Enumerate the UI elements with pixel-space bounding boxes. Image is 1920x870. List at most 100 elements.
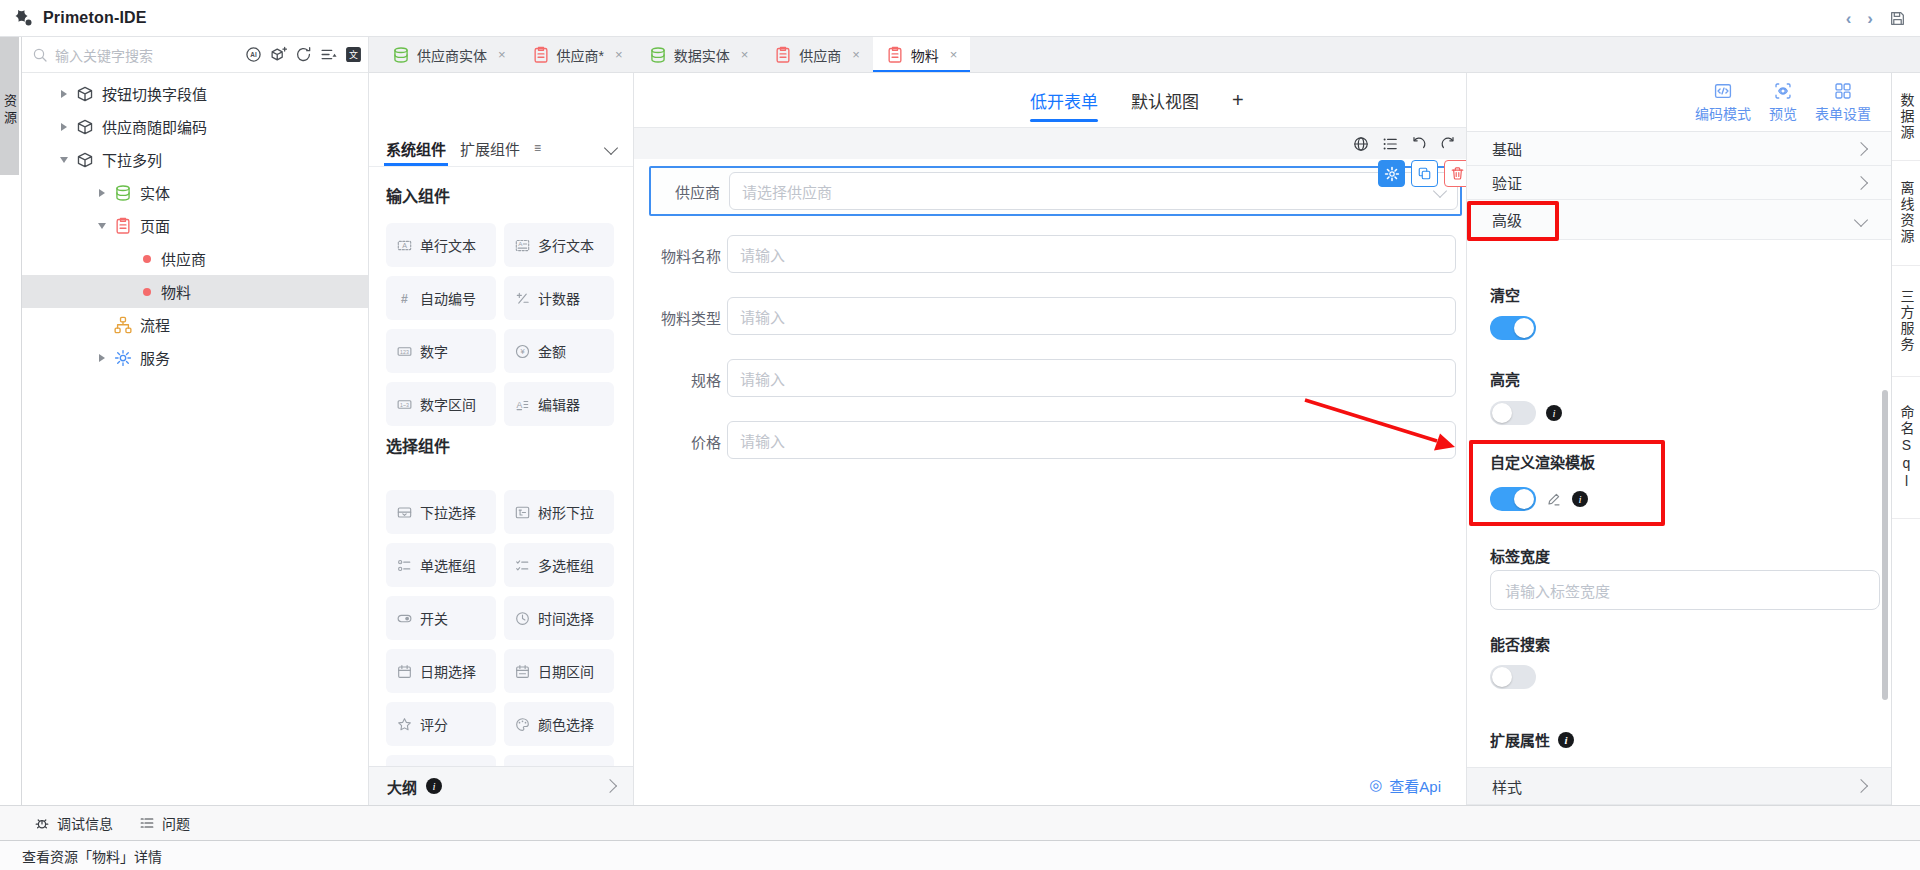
- tree-collapse-icon[interactable]: [94, 189, 110, 197]
- section-validation[interactable]: 验证: [1467, 166, 1891, 200]
- component-多行文本[interactable]: A多行文本: [504, 223, 614, 267]
- save-icon[interactable]: [1889, 10, 1906, 27]
- component-计数器[interactable]: 计数器: [504, 276, 614, 320]
- component-日期区间[interactable]: 日期区间: [504, 649, 614, 693]
- tree-item-按钮切换字段值[interactable]: 按钮切换字段值: [22, 77, 368, 110]
- highlight-label: 高亮: [1490, 368, 1520, 389]
- edit-icon[interactable]: [1546, 491, 1562, 507]
- component-金额[interactable]: ¥金额: [504, 329, 614, 373]
- right-activity-数据源[interactable]: 数据源: [1892, 73, 1920, 161]
- component-数字区间[interactable]: 1~3数字区间: [386, 382, 496, 426]
- view-api-link[interactable]: 查看Api: [1389, 775, 1441, 796]
- info-icon[interactable]: i: [1572, 491, 1588, 507]
- clear-toggle[interactable]: [1490, 316, 1536, 340]
- component-下拉选择[interactable]: 下拉选择: [386, 490, 496, 534]
- chevron-down-icon[interactable]: [604, 141, 618, 155]
- tree-item-实体[interactable]: 实体: [22, 176, 368, 209]
- right-activity-三方服务[interactable]: 三方服务: [1892, 266, 1920, 377]
- field-input-规格[interactable]: 请输入: [727, 359, 1456, 397]
- component-日期选择[interactable]: 日期选择: [386, 649, 496, 693]
- action-表单设置[interactable]: 表单设置: [1815, 82, 1871, 123]
- search-input[interactable]: 输入关键字搜索: [32, 45, 245, 65]
- view-tab-lowcode-form[interactable]: 低开表单: [1030, 73, 1098, 127]
- label-width-input[interactable]: 请输入标签宽度: [1490, 570, 1880, 610]
- section-style[interactable]: 样式: [1467, 767, 1891, 805]
- tree-collapse-icon[interactable]: [56, 90, 72, 98]
- doc-tab-供应商[interactable]: 供应商×: [761, 37, 873, 72]
- component-开关[interactable]: 开关: [386, 596, 496, 640]
- highlight-toggle[interactable]: [1490, 401, 1536, 425]
- doc-tab-供应商[interactable]: 供应商*×: [519, 37, 636, 72]
- doc-tab-物料[interactable]: 物料×: [873, 37, 971, 72]
- redo-icon[interactable]: [1440, 136, 1456, 152]
- field-input-物料名称[interactable]: 请输入: [727, 235, 1456, 273]
- doc-tab-数据实体[interactable]: 数据实体×: [636, 37, 762, 72]
- problems-button[interactable]: 问题: [139, 813, 190, 833]
- tree-item-下拉多列[interactable]: 下拉多列: [22, 143, 368, 176]
- tree-expand-icon[interactable]: [94, 223, 110, 229]
- collapse-all-icon[interactable]: [320, 46, 337, 63]
- tree-item-流程[interactable]: 流程: [22, 308, 368, 341]
- right-activity-离线资源[interactable]: 离线资源: [1892, 161, 1920, 266]
- tree-item-供应商随即编码[interactable]: 供应商随即编码: [22, 110, 368, 143]
- component-评分[interactable]: 评分: [386, 702, 496, 746]
- translate-icon[interactable]: 文: [345, 46, 362, 63]
- component-树形下拉[interactable]: 树形下拉: [504, 490, 614, 534]
- component-多选框组[interactable]: 多选框组: [504, 543, 614, 587]
- custom-render-toggle[interactable]: [1490, 487, 1536, 511]
- field-settings-button[interactable]: [1378, 160, 1405, 187]
- info-icon[interactable]: i: [1558, 732, 1574, 748]
- component-partial[interactable]: [504, 755, 614, 766]
- field-input-物料类型[interactable]: 请输入: [727, 297, 1456, 335]
- page-instance-icon: [143, 288, 151, 296]
- component-编辑器[interactable]: A编辑器: [504, 382, 614, 426]
- close-tab-icon[interactable]: ×: [741, 47, 749, 62]
- right-activity-命名Sql[interactable]: 命名Sql: [1892, 377, 1920, 519]
- scrollbar-thumb[interactable]: [1882, 390, 1888, 700]
- info-icon[interactable]: i: [1546, 405, 1562, 421]
- component-单选框组[interactable]: 单选框组: [386, 543, 496, 587]
- section-advanced[interactable]: 高级: [1467, 200, 1891, 240]
- add-view-button[interactable]: +: [1232, 73, 1244, 127]
- close-tab-icon[interactable]: ×: [615, 47, 623, 62]
- activity-item-resources[interactable]: 资源: [0, 37, 19, 175]
- ai-icon[interactable]: AI: [245, 46, 262, 63]
- outline-bar[interactable]: 大纲 i: [369, 766, 633, 805]
- tree-expand-icon[interactable]: [56, 157, 72, 163]
- component-数字[interactable]: 123数字: [386, 329, 496, 373]
- field-input-价格[interactable]: 请输入: [727, 421, 1456, 459]
- tree-collapse-icon[interactable]: [56, 123, 72, 131]
- close-tab-icon[interactable]: ×: [950, 47, 958, 62]
- tree-item-服务[interactable]: 服务: [22, 341, 368, 374]
- component-自动编号[interactable]: #自动编号: [386, 276, 496, 320]
- component-颜色选择[interactable]: 颜色选择: [504, 702, 614, 746]
- searchable-toggle[interactable]: [1490, 665, 1536, 689]
- nav-forward-icon[interactable]: ›: [1867, 10, 1873, 27]
- tree-item-物料[interactable]: 物料: [22, 275, 368, 308]
- tree-item-供应商[interactable]: 供应商: [22, 242, 368, 275]
- section-basic[interactable]: 基础: [1467, 132, 1891, 166]
- outline-list-icon[interactable]: [1382, 136, 1398, 152]
- selected-field-supplier[interactable]: 供应商请选择供应商: [649, 166, 1462, 216]
- action-预览[interactable]: 预览: [1769, 82, 1797, 123]
- action-编码模式[interactable]: 编码模式: [1695, 82, 1751, 123]
- undo-icon[interactable]: [1411, 136, 1427, 152]
- new-resource-icon[interactable]: [270, 46, 287, 63]
- tree-item-页面[interactable]: 页面: [22, 209, 368, 242]
- doc-tab-供应商实体[interactable]: 供应商实体×: [379, 37, 519, 72]
- copy-field-button[interactable]: [1411, 160, 1438, 187]
- i18n-globe-icon[interactable]: [1353, 136, 1369, 152]
- component-partial[interactable]: [386, 755, 496, 766]
- refresh-icon[interactable]: [295, 46, 312, 63]
- nav-back-icon[interactable]: ‹: [1846, 10, 1852, 27]
- tab-extension-components[interactable]: 扩展组件: [460, 130, 520, 166]
- view-tab-default-view[interactable]: 默认视图: [1131, 73, 1199, 127]
- debug-info-button[interactable]: 调试信息: [34, 813, 113, 833]
- component-时间选择[interactable]: 时间选择: [504, 596, 614, 640]
- close-tab-icon[interactable]: ×: [852, 47, 860, 62]
- tab-system-components[interactable]: 系统组件: [386, 130, 446, 166]
- tree-collapse-icon[interactable]: [94, 354, 110, 362]
- component-单行文本[interactable]: A单行文本: [386, 223, 496, 267]
- supplier-select[interactable]: 请选择供应商: [729, 172, 1458, 210]
- close-tab-icon[interactable]: ×: [498, 47, 506, 62]
